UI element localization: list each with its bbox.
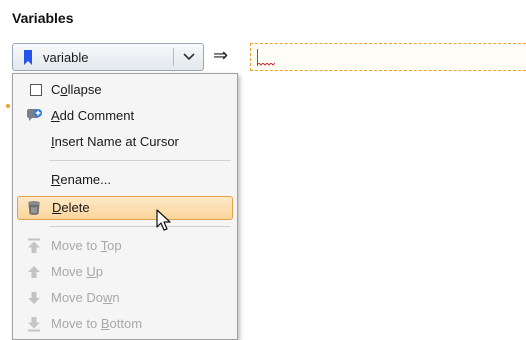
error-squiggle (257, 63, 275, 66)
move-to-bottom-icon (28, 317, 40, 332)
menu-item-label: Move Down (51, 290, 120, 305)
bookmark-flag-icon (24, 50, 32, 65)
menu-item-label: Move Up (51, 264, 104, 279)
context-menu: Collapse Add Comment Insert Name at Curs… (12, 73, 238, 340)
menu-separator (49, 226, 231, 227)
menu-item-label: Move to Bottom (51, 316, 143, 331)
mouse-cursor-icon (156, 209, 171, 231)
chevron-down-icon[interactable] (183, 52, 195, 62)
move-to-top-icon (28, 238, 40, 253)
dropdown-separator (173, 48, 174, 66)
menu-item-label: Rename... (51, 172, 111, 187)
menu-item-move-to-bottom[interactable]: Move to Bottom (17, 312, 233, 336)
variable-dropdown[interactable]: variable (12, 43, 204, 71)
orange-marker (6, 104, 10, 108)
menu-item-add-comment[interactable]: Add Comment (17, 104, 233, 128)
menu-separator (49, 160, 231, 161)
menu-item-label: Collapse (51, 82, 102, 97)
menu-item-label: Delete (52, 200, 90, 215)
menu-item-label: Move to Top (51, 238, 122, 253)
menu-item-delete[interactable]: Delete (17, 196, 233, 220)
menu-item-move-up[interactable]: Move Up (17, 260, 233, 284)
variable-dropdown-value: variable (43, 50, 89, 65)
menu-item-label: Insert Name at Cursor (51, 134, 179, 149)
trash-can-icon (28, 201, 40, 215)
menu-item-rename[interactable]: Rename... (17, 168, 233, 192)
menu-item-collapse[interactable]: Collapse (17, 78, 233, 102)
checkbox-icon[interactable] (30, 84, 42, 96)
menu-item-label: Add Comment (51, 108, 135, 123)
menu-item-insert-name[interactable]: Insert Name at Cursor (17, 130, 233, 154)
arrow-up-icon (28, 266, 40, 278)
comment-add-icon (27, 109, 42, 121)
menu-item-move-to-top[interactable]: Move to Top (17, 234, 233, 258)
expression-input[interactable] (250, 43, 526, 71)
assignment-arrow: ⇒ (213, 45, 229, 65)
arrow-down-icon (28, 292, 40, 304)
menu-item-move-down[interactable]: Move Down (17, 286, 233, 310)
section-title: Variables (12, 10, 74, 26)
